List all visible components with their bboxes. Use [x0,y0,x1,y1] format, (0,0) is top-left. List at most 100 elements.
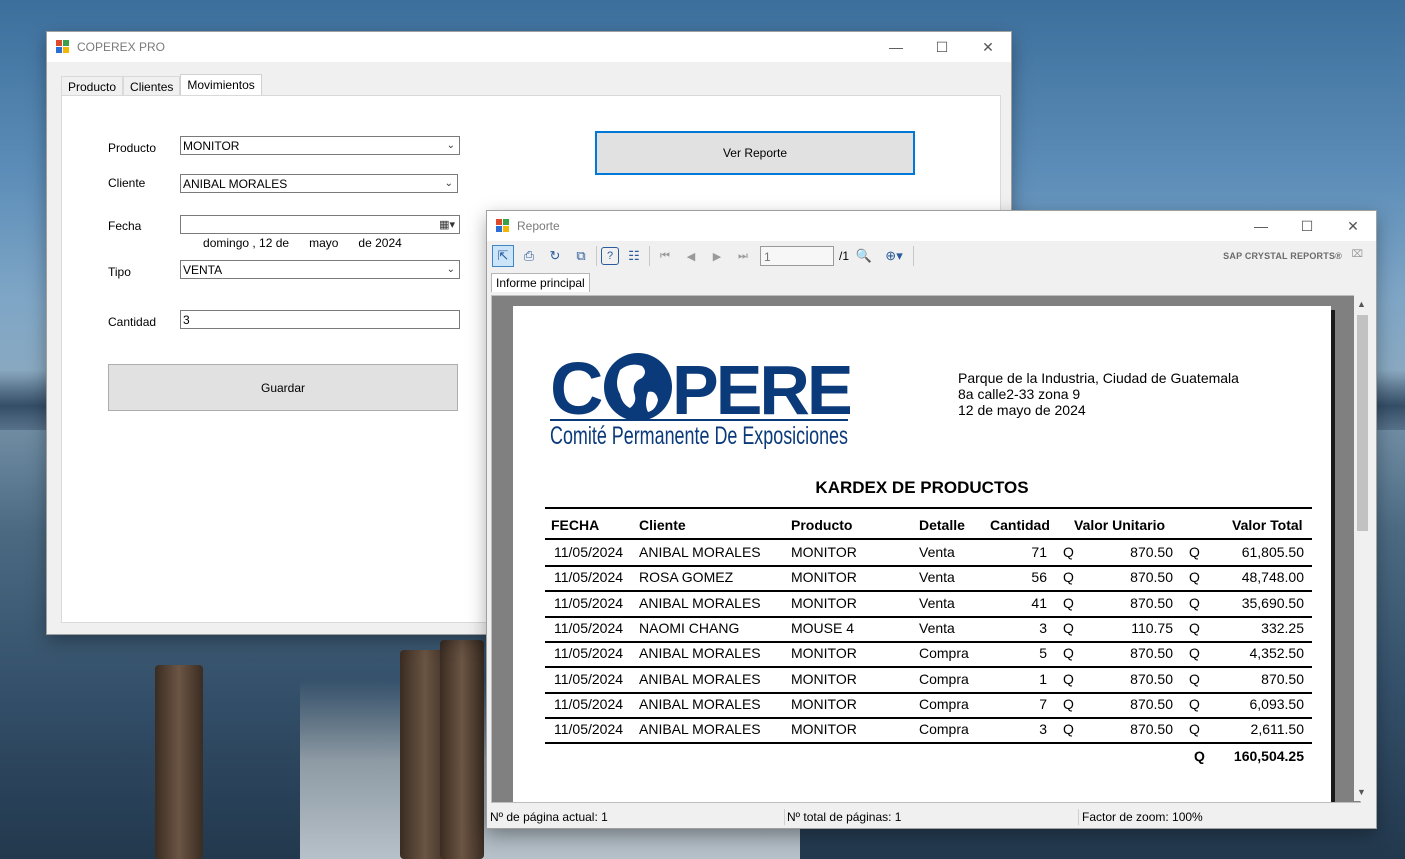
currency-symbol: Q [1063,645,1074,662]
cell-fecha: 11/05/2024 [554,594,624,611]
cantidad-label: Cantidad [108,315,157,329]
producto-select[interactable]: MONITOR ⌄ [180,136,460,155]
title-bar[interactable]: COPEREX PRO — ☐ ✕ [47,32,1011,62]
cell-valor-unitario: 870.50 [1130,645,1173,662]
cell-valor-unitario: 870.50 [1130,544,1173,560]
copy-icon[interactable]: ⧉ [570,245,592,267]
cell-cantidad: 56 [1031,569,1047,586]
cell-fecha: 11/05/2024 [554,619,624,636]
cell-cliente: ANIBAL MORALES [639,695,761,712]
next-page-icon[interactable]: ▶ [706,245,728,267]
row-rule [545,691,1312,694]
report-viewer: C PEREX Comité Permanente De Exposicione… [491,295,1361,803]
group-tree-icon[interactable]: ☷ [623,245,645,267]
page-number-input[interactable]: 1 [760,246,834,266]
scroll-up-icon[interactable]: ▲ [1357,299,1366,309]
cell-cantidad: 71 [1031,544,1047,560]
minimize-button[interactable]: — [1238,211,1284,241]
maximize-button[interactable]: ☐ [1284,211,1330,241]
currency-symbol: Q [1189,645,1200,662]
row-rule [545,615,1312,618]
prev-page-icon[interactable]: ◀ [680,245,702,267]
col-valor-unitario: Valor Unitario [1074,517,1166,533]
cell-detalle: Compra [919,695,969,712]
currency-symbol: Q [1189,544,1200,560]
producto-value: MONITOR [183,139,240,153]
close-panel-icon[interactable]: ⌧ [1351,249,1363,260]
close-button[interactable]: ✕ [965,32,1011,62]
header-bottom-rule [545,538,1312,540]
status-total-pages: Nº total de páginas: 1 [787,810,902,824]
cell-valor-unitario: 870.50 [1130,569,1173,586]
app-icon [56,40,70,54]
window-title: COPEREX PRO [77,40,166,54]
cell-producto: MONITOR [791,645,857,662]
help-icon[interactable]: ? [601,247,619,265]
cell-fecha: 11/05/2024 [554,695,624,712]
scroll-thumb[interactable] [1357,315,1368,531]
last-page-icon[interactable]: ⏭ [732,245,754,267]
first-page-icon[interactable]: ⏮ [654,245,676,267]
cell-detalle: Venta [919,544,955,560]
calendar-icon[interactable]: ▦▾ [439,216,455,234]
currency-symbol: Q [1189,670,1200,687]
cell-valor-unitario: 870.50 [1130,721,1173,738]
cell-fecha: 11/05/2024 [554,569,624,586]
tipo-value: VENTA [183,263,223,277]
ver-reporte-button[interactable]: Ver Reporte [595,131,915,175]
cell-fecha: 11/05/2024 [554,544,624,560]
cell-valor-total: 6,093.50 [1249,695,1305,712]
currency-symbol: Q [1189,594,1200,611]
tipo-select[interactable]: VENTA ⌄ [180,260,460,279]
cell-detalle: Compra [919,645,969,662]
tab-producto[interactable]: Producto [61,76,124,97]
tab-clientes[interactable]: Clientes [123,76,181,97]
row-rule [545,590,1312,593]
svg-text:PEREX: PEREX [672,351,850,429]
window-title: Reporte [517,219,560,233]
cliente-select[interactable]: ANIBAL MORALES ⌄ [180,174,458,193]
coperex-logo: C PEREX Comité Permanente De Exposicione… [550,347,850,450]
export-icon[interactable]: ⇱ [492,245,514,267]
cell-fecha: 11/05/2024 [554,645,624,662]
vertical-scrollbar[interactable]: ▲ ▼ [1354,295,1371,801]
svg-text:C: C [550,347,602,430]
currency-symbol: Q [1063,569,1074,586]
fecha-datepicker[interactable]: domingo , 12 de mayo de 2024 ▦▾ [180,215,460,250]
cell-producto: MONITOR [791,721,857,738]
print-icon[interactable]: ⎙ [518,245,540,267]
cliente-label: Cliente [108,176,146,190]
tipo-label: Tipo [108,265,131,279]
chevron-down-icon: ⌄ [446,140,455,151]
cell-detalle: Venta [919,594,955,611]
cantidad-input[interactable]: 3 [180,310,460,329]
app-icon [496,219,510,233]
title-bar[interactable]: Reporte — ☐ ✕ [487,211,1376,241]
col-cantidad: Cantidad [990,517,1050,533]
cell-producto: MONITOR [791,670,857,687]
cell-valor-unitario: 870.50 [1130,695,1173,712]
tab-informe-principal[interactable]: Informe principal [491,273,590,292]
dock-post [440,640,484,859]
scroll-down-icon[interactable]: ▼ [1357,787,1366,797]
cell-producto: MONITOR [791,569,857,586]
cell-cantidad: 41 [1031,594,1047,611]
cell-producto: MONITOR [791,594,857,611]
guardar-button[interactable]: Guardar [108,364,458,411]
cell-fecha: 11/05/2024 [554,721,624,738]
cell-valor-unitario: 870.50 [1130,594,1173,611]
status-divider [1078,809,1079,825]
currency-symbol: Q [1063,721,1074,738]
cliente-value: ANIBAL MORALES [183,177,288,191]
zoom-icon[interactable]: ⊕▾ [879,245,909,267]
find-icon[interactable]: 🔍 [853,245,875,267]
maximize-button[interactable]: ☐ [919,32,965,62]
currency-symbol: Q [1189,721,1200,738]
minimize-button[interactable]: — [873,32,919,62]
cell-valor-total: 48,748.00 [1241,569,1304,586]
cell-detalle: Compra [919,670,969,687]
dock-post [155,665,203,859]
refresh-icon[interactable]: ↻ [544,245,566,267]
status-current-page: Nº de página actual: 1 [490,810,608,824]
close-button[interactable]: ✕ [1330,211,1376,241]
